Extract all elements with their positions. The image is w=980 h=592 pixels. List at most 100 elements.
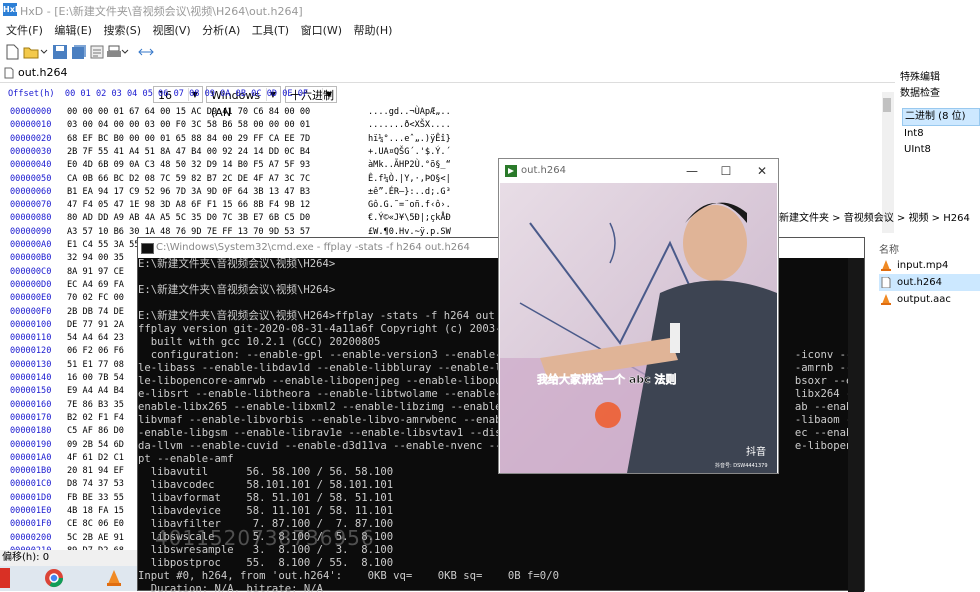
hex-text[interactable]: Ê.f¼Ò.|Y‚·,ÞO§<|: [368, 173, 451, 186]
tab-out-h264[interactable]: out.h264: [4, 66, 67, 79]
maximize-icon[interactable]: ☐: [713, 159, 739, 183]
hex-row[interactable]: 000000C0 8A 91 97 CE: [10, 266, 124, 279]
inspector-item-uint8[interactable]: UInt8: [902, 142, 980, 158]
hex-bytes[interactable]: CE 8C 06 E0: [67, 518, 124, 531]
hex-text[interactable]: ....gd..¬ÙApÆ„..: [368, 106, 451, 119]
hex-row[interactable]: 000000B0 32 94 00 35: [10, 252, 124, 265]
hex-text[interactable]: .......ð<XŠX....: [368, 119, 451, 132]
hex-row[interactable]: 00000110 54 A4 64 23: [10, 332, 124, 345]
hex-row[interactable]: 00000090 A3 57 10 B6 30 1A 48 76 9D 7E FF…: [10, 226, 451, 239]
hex-row[interactable]: 00000140 16 00 7B 54: [10, 372, 124, 385]
hex-bytes[interactable]: 80 AD DD A9 AB 4A A5 5C 35 D0 7C 3B E7 6…: [67, 212, 310, 225]
inspector-scrollbar[interactable]: [882, 96, 892, 194]
hex-bytes[interactable]: 09 2B 54 6D: [67, 439, 124, 452]
app-icon[interactable]: [0, 568, 10, 588]
menu-view[interactable]: 视图(V): [153, 22, 191, 40]
hex-bytes[interactable]: 16 00 7B 54: [67, 372, 124, 385]
hex-row[interactable]: 00000030 2B 7F 55 41 A4 51 8A 47 B4 00 92…: [10, 146, 451, 159]
hex-row[interactable]: 00000180 C5 AF 86 D0: [10, 425, 124, 438]
menu-window[interactable]: 窗口(W): [301, 22, 342, 40]
hex-text[interactable]: Gô.G.˜=¨oñ.f‹ô›.: [368, 199, 451, 212]
hex-row[interactable]: 000001F0 CE 8C 06 E0: [10, 518, 124, 531]
hex-row[interactable]: 00000060 B1 EA 94 17 C9 52 96 7D 3A 9D 0F…: [10, 186, 451, 199]
hex-text[interactable]: ±ê”.ÉR–}:..d;.G³: [368, 186, 451, 199]
video-frame[interactable]: 我给大家讲述一个 abc 法则 抖音 抖音号: DSW4441379: [500, 183, 777, 473]
hex-row[interactable]: 00000010 03 00 04 00 00 03 00 F0 3C 58 B6…: [10, 119, 451, 132]
save-icon[interactable]: [52, 44, 68, 60]
hex-bytes[interactable]: 2B 7F 55 41 A4 51 8A 47 B4 00 92 24 14 D…: [67, 146, 310, 159]
hex-bytes[interactable]: EC A4 69 FA: [67, 279, 124, 292]
hex-row[interactable]: 000000A0E1 C4 55 3A 55 ED BF 0D 32 5A E6…: [10, 239, 451, 252]
hex-row[interactable]: 00000160 7E 86 B3 35: [10, 399, 124, 412]
hex-bytes[interactable]: C5 AF 86 D0: [67, 425, 124, 438]
column-header-name[interactable]: 名称: [879, 241, 980, 257]
hex-bytes[interactable]: DE 77 91 2A: [67, 319, 124, 332]
chevron-down-icon[interactable]: [40, 48, 48, 56]
hex-row[interactable]: 00000020 68 EF BC B0 00 00 01 65 88 84 00…: [10, 133, 451, 146]
hex-text[interactable]: hï¼°...eˆ„.)ÿÊî}: [368, 133, 451, 146]
hex-row[interactable]: 00000190 09 2B 54 6D: [10, 439, 124, 452]
hex-row[interactable]: 00000150 E9 A4 A4 B4: [10, 385, 124, 398]
menu-edit[interactable]: 编辑(E): [54, 22, 92, 40]
hex-bytes[interactable]: 5C 2B AE 91: [67, 532, 124, 545]
hex-bytes[interactable]: 68 EF BC B0 00 00 01 65 88 84 00 29 FF C…: [67, 133, 310, 146]
hex-row[interactable]: 000000E0 70 02 FC 00: [10, 292, 124, 305]
hex-row[interactable]: 00000200 5C 2B AE 91: [10, 532, 124, 545]
hex-bytes[interactable]: 00 00 00 01 67 64 00 15 AC D9 41 70 C6 8…: [67, 106, 310, 119]
menu-help[interactable]: 帮助(H): [354, 22, 393, 40]
hex-text[interactable]: +.UA¤QŠG´.'$.Ý.´: [368, 146, 451, 159]
menu-analysis[interactable]: 分析(A): [202, 22, 240, 40]
hex-bytes[interactable]: 03 00 04 00 00 03 00 F0 3C 58 B6 58 00 0…: [67, 119, 310, 132]
hex-bytes[interactable]: 4B 18 FA 15: [67, 505, 124, 518]
open-folder-icon[interactable]: [23, 44, 39, 60]
hex-row[interactable]: 000001A0 4F 61 D2 C1: [10, 452, 124, 465]
properties-icon[interactable]: [89, 44, 105, 60]
hex-row[interactable]: 00000130 51 E1 77 08: [10, 359, 124, 372]
hex-row[interactable]: 00000050 CA 0B 66 BC D2 08 7C 59 82 B7 2C…: [10, 173, 451, 186]
hex-bytes[interactable]: 47 F4 05 47 1E 98 3D A8 6F F1 15 66 8B F…: [67, 199, 310, 212]
close-icon[interactable]: ✕: [749, 159, 775, 183]
hex-bytes[interactable]: CA 0B 66 BC D2 08 7C 59 82 B7 2C DE 4F A…: [67, 173, 310, 186]
hex-bytes[interactable]: 70 02 FC 00: [67, 292, 124, 305]
cmd-scrollbar[interactable]: [848, 258, 864, 592]
breadcrumb[interactable]: 新建文件夹 > 音视频会议 > 视频 > H264: [779, 209, 980, 229]
hex-row[interactable]: 00000080 80 AD DD A9 AB 4A A5 5C 35 D0 7C…: [10, 212, 451, 225]
hex-bytes[interactable]: 7E 86 B3 35: [67, 399, 124, 412]
chevron-down-icon[interactable]: [121, 48, 129, 56]
save-all-icon[interactable]: [71, 44, 87, 60]
hex-row[interactable]: 00000070 47 F4 05 47 1E 98 3D A8 6F F1 15…: [10, 199, 451, 212]
hex-bytes[interactable]: 54 A4 64 23: [67, 332, 124, 345]
chrome-icon[interactable]: [44, 568, 64, 588]
hex-row[interactable]: 000001D0 FB BE 33 55: [10, 492, 124, 505]
file-item-output-aac[interactable]: output.aac: [879, 291, 980, 308]
hex-row[interactable]: 000001E0 4B 18 FA 15: [10, 505, 124, 518]
hex-row[interactable]: 000000F0 2B DB 74 DE: [10, 306, 124, 319]
hex-bytes[interactable]: 51 E1 77 08: [67, 359, 124, 372]
hex-row[interactable]: 00000040 E0 4D 6B 09 0A C3 48 50 32 D9 14…: [10, 159, 451, 172]
hex-row[interactable]: 00000170 B2 02 F1 F4: [10, 412, 124, 425]
hex-bytes[interactable]: 06 F2 06 F6: [67, 345, 124, 358]
hex-bytes[interactable]: B1 EA 94 17 C9 52 96 7D 3A 9D 0F 64 3B 1…: [67, 186, 310, 199]
menu-file[interactable]: 文件(F): [6, 22, 43, 40]
hex-row[interactable]: 00000100 DE 77 91 2A: [10, 319, 124, 332]
menu-search[interactable]: 搜索(S): [103, 22, 141, 40]
hex-row[interactable]: 000001C0 D8 74 37 53: [10, 478, 124, 491]
vlc-cone-icon[interactable]: [104, 568, 124, 588]
hex-bytes[interactable]: FB BE 33 55: [67, 492, 124, 505]
minimize-icon[interactable]: —: [679, 159, 705, 183]
new-file-icon[interactable]: [5, 44, 19, 60]
file-item-out-h264[interactable]: out.h264: [879, 274, 980, 291]
inspector-item-int8[interactable]: Int8: [902, 126, 980, 142]
inspector-item-binary[interactable]: 二进制 (8 位): [902, 108, 980, 126]
hex-bytes[interactable]: 4F 61 D2 C1: [67, 452, 124, 465]
hex-bytes[interactable]: 2B DB 74 DE: [67, 306, 124, 319]
hex-bytes[interactable]: B2 02 F1 F4: [67, 412, 124, 425]
hex-bytes[interactable]: E0 4D 6B 09 0A C3 48 50 32 D9 14 B0 F5 A…: [67, 159, 310, 172]
print-icon[interactable]: [106, 44, 122, 60]
hex-row[interactable]: 000001B0 20 81 94 EF: [10, 465, 124, 478]
hex-row[interactable]: 00000000 00 00 00 01 67 64 00 15 AC D9 41…: [10, 106, 451, 119]
file-item-input-mp4[interactable]: input.mp4: [879, 257, 980, 274]
hex-bytes[interactable]: 20 81 94 EF: [67, 465, 124, 478]
hex-row[interactable]: 00000120 06 F2 06 F6: [10, 345, 124, 358]
menu-tools[interactable]: 工具(T): [252, 22, 289, 40]
